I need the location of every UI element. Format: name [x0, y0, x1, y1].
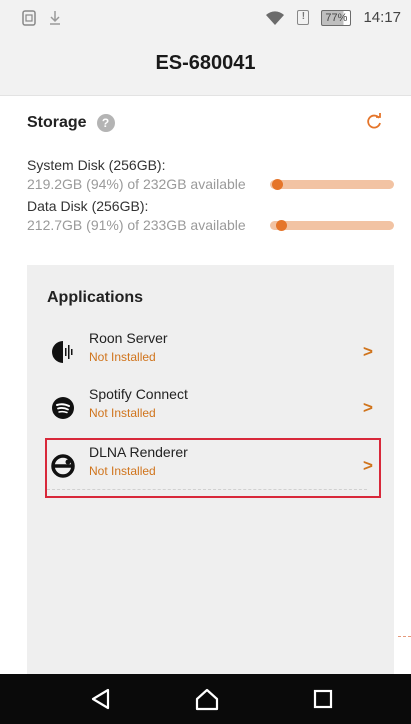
title-bar: ES-680041 [0, 36, 411, 96]
recent-apps-icon[interactable] [310, 687, 336, 711]
refresh-icon[interactable] [366, 112, 382, 130]
data-disk-label: Data Disk (256GB): [27, 198, 149, 214]
chevron-right-icon: > [363, 398, 373, 417]
data-disk-usage-bar [270, 220, 394, 231]
roon-icon [52, 341, 73, 363]
alert-icon: ! [297, 10, 310, 25]
app-name: DLNA Renderer [89, 444, 188, 460]
system-disk-label: System Disk (256GB): [27, 157, 166, 173]
app-item-spotify-connect[interactable]: Spotify Connect Not Installed > [47, 382, 377, 442]
chevron-right-icon: > [363, 456, 373, 475]
screenshot-notification-icon [22, 10, 36, 26]
battery-indicator: 77% [321, 9, 352, 26]
clock: 14:17 [363, 9, 401, 26]
storage-header: Storage ? [27, 114, 115, 132]
data-disk-usage-marker [276, 220, 288, 231]
system-disk-usage-marker [272, 179, 284, 190]
system-disk-usage-bar [270, 179, 394, 190]
spotify-icon [52, 397, 74, 419]
dlna-icon [51, 454, 75, 478]
navigation-bar [0, 674, 411, 724]
applications-panel: Applications Roon Server Not Installed >… [27, 265, 394, 674]
data-disk-available: 212.7GB (91%) of 233GB available [27, 217, 246, 233]
download-icon [50, 11, 60, 25]
status-bar: ! 77% 14:17 [0, 0, 411, 36]
divider [47, 489, 367, 490]
page-title: ES-680041 [155, 52, 256, 74]
back-icon[interactable] [88, 687, 114, 711]
home-icon[interactable] [194, 687, 220, 711]
divider [398, 636, 411, 637]
wifi-icon [266, 10, 285, 25]
applications-title: Applications [47, 289, 144, 306]
help-icon[interactable]: ? [96, 114, 115, 132]
chevron-right-icon: > [363, 342, 373, 361]
app-item-roon-server[interactable]: Roon Server Not Installed > [47, 326, 377, 386]
app-name: Spotify Connect [89, 386, 188, 402]
system-disk-available: 219.2GB (94%) of 232GB available [27, 176, 246, 192]
app-status: Not Installed [89, 406, 156, 420]
app-name: Roon Server [89, 330, 168, 346]
storage-title: Storage [27, 114, 87, 131]
app-status: Not Installed [89, 350, 156, 364]
app-status: Not Installed [89, 464, 156, 478]
